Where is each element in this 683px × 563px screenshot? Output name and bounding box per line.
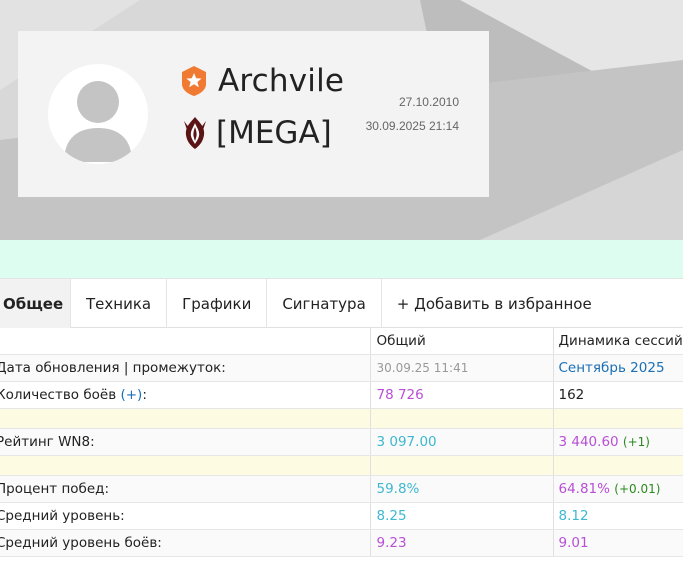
- table-row: Рейтинг WN8: 3 097.00 3 440.60 (+1): [0, 428, 683, 456]
- avg-tier-overall: 8.25: [370, 502, 554, 530]
- row-label: Дата обновления | промежуток:: [0, 354, 371, 382]
- period-selector[interactable]: Сентябрь 2025: [553, 354, 683, 382]
- winrate-overall: 59.8%: [370, 475, 554, 503]
- table-header-row: Общий Динамика сессий: [0, 328, 683, 355]
- stats-table: Общий Динамика сессий Дата обновления | …: [0, 328, 683, 557]
- header-dynamics: Динамика сессий: [553, 328, 683, 355]
- player-name: Archvile: [218, 63, 345, 99]
- header-label-cell: [0, 328, 371, 355]
- row-label: Количество боёв (+):: [0, 381, 371, 409]
- star-badge-icon: [182, 66, 206, 96]
- winrate-delta: (+0.01): [614, 481, 661, 496]
- table-row: Средний уровень: 8.25 8.12: [0, 502, 683, 530]
- battles-label-colon: :: [142, 386, 147, 403]
- table-row: Процент побед: 59.8% 64.81% (+0.01): [0, 475, 683, 503]
- row-label: Средний уровень:: [0, 502, 371, 530]
- table-row: Средний уровень боёв: 9.23 9.01: [0, 529, 683, 557]
- registration-date: 27.10.2010: [398, 95, 459, 109]
- last-battle-date: 30.09.2025 21:14: [365, 119, 459, 133]
- table-spacer-row: [0, 455, 683, 476]
- winrate-dynamics-cell: 64.81% (+0.01): [553, 475, 683, 503]
- spacer-cell: [370, 408, 554, 429]
- add-to-favorites-button[interactable]: + Добавить в избранное: [382, 279, 607, 328]
- row-label: Средний уровень боёв:: [0, 529, 371, 557]
- spacer-cell: [553, 455, 683, 476]
- header-overall: Общий: [370, 328, 554, 355]
- battles-expand-link[interactable]: (+): [120, 387, 142, 403]
- clan-emblem-icon[interactable]: [181, 115, 209, 151]
- battles-label-text: Количество боёв: [0, 386, 121, 403]
- wn8-delta: (+1): [622, 434, 650, 449]
- winrate-dynamics: 64.81%: [558, 480, 610, 497]
- spacer-cell: [0, 455, 371, 476]
- wn8-dynamics-cell: 3 440.60 (+1): [553, 428, 683, 456]
- avg-battle-tier-overall: 9.23: [370, 529, 554, 557]
- tab-vehicles[interactable]: Техника: [71, 279, 168, 328]
- battles-overall: 78 726: [370, 381, 554, 409]
- profile-tabs: Общее Техника Графики Сигнатура + Добави…: [0, 278, 683, 328]
- table-spacer-row: [0, 408, 683, 429]
- updated-overall: 30.09.25 11:41: [370, 354, 554, 382]
- player-name-row: Archvile: [181, 61, 344, 101]
- table-row: Количество боёв (+): 78 726 162: [0, 381, 683, 409]
- row-label: Процент побед:: [0, 475, 371, 503]
- avg-battle-tier-dynamics: 9.01: [553, 529, 683, 557]
- battles-dynamics: 162: [553, 381, 683, 409]
- row-label: Рейтинг WN8:: [0, 428, 371, 456]
- default-avatar-icon: [48, 64, 148, 164]
- profile-card: Archvile [MEGA] 27.10.2010 30.09.2025 21…: [18, 31, 489, 197]
- tab-signature[interactable]: Сигнатура: [267, 279, 382, 328]
- spacer-cell: [370, 455, 554, 476]
- tab-charts[interactable]: Графики: [167, 279, 268, 328]
- spacer-cell: [553, 408, 683, 429]
- tab-general[interactable]: Общее: [0, 279, 71, 328]
- clan-row[interactable]: [MEGA]: [181, 113, 332, 153]
- wn8-dynamics: 3 440.60: [558, 433, 619, 450]
- avg-tier-dynamics: 8.12: [553, 502, 683, 530]
- spacer-cell: [0, 408, 371, 429]
- notice-band: [0, 240, 683, 278]
- clan-tag-link[interactable]: [MEGA]: [216, 115, 332, 151]
- wn8-overall: 3 097.00: [370, 428, 554, 456]
- table-row: Дата обновления | промежуток: 30.09.25 1…: [0, 354, 683, 382]
